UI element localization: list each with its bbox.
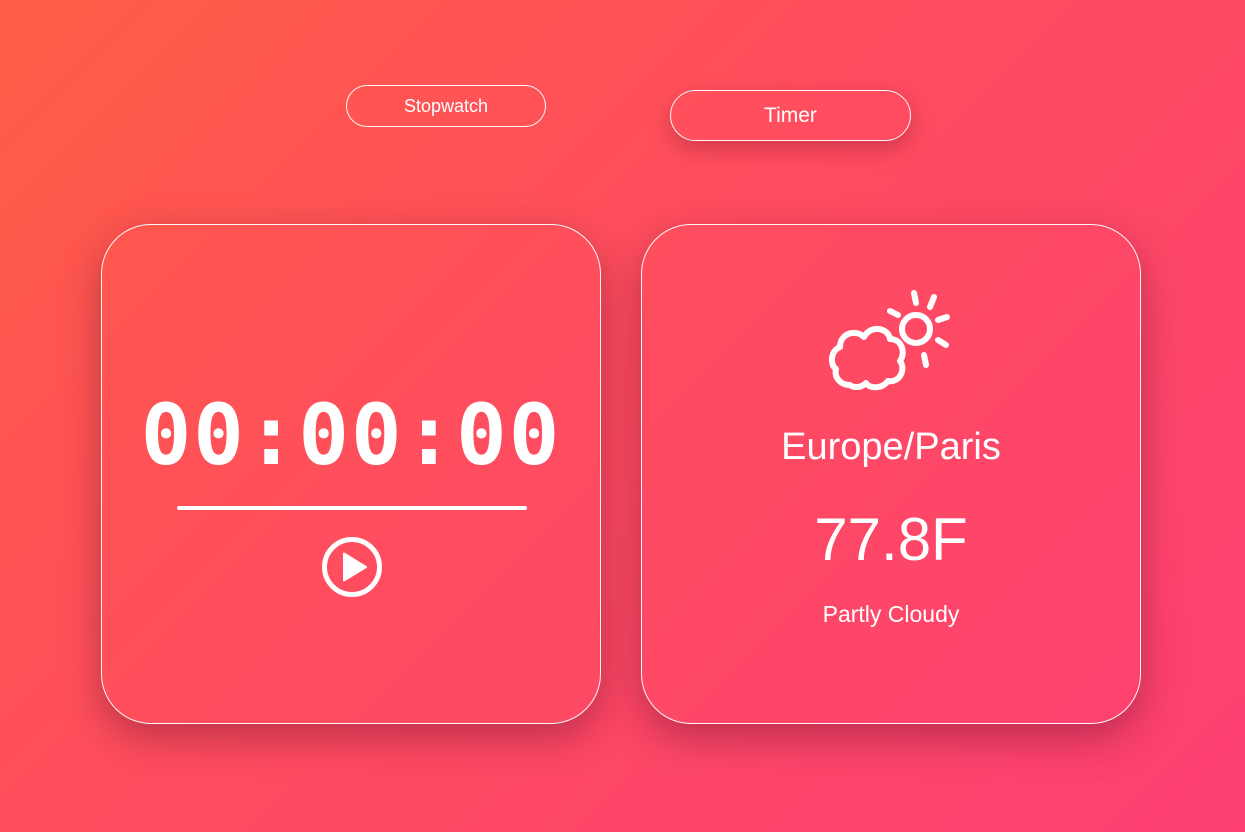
play-circle-icon — [322, 537, 382, 597]
partly-cloudy-icon — [828, 290, 950, 391]
stopwatch-card: 00:00:00 — [101, 224, 601, 724]
play-button[interactable] — [321, 536, 383, 598]
weather-card: Europe/Paris 77.8F Partly Cloudy — [641, 224, 1141, 724]
weather-location: Europe/Paris — [781, 426, 1001, 468]
weather-condition: Partly Cloudy — [822, 601, 960, 627]
time-underline-divider — [177, 506, 527, 510]
tab-stopwatch[interactable]: Stopwatch — [346, 85, 546, 127]
tab-timer[interactable]: Timer — [670, 90, 911, 141]
weather-temperature: 77.8F — [814, 506, 968, 573]
weather-icon — [828, 285, 956, 395]
stopwatch-time-display: 00:00:00 — [140, 386, 562, 484]
